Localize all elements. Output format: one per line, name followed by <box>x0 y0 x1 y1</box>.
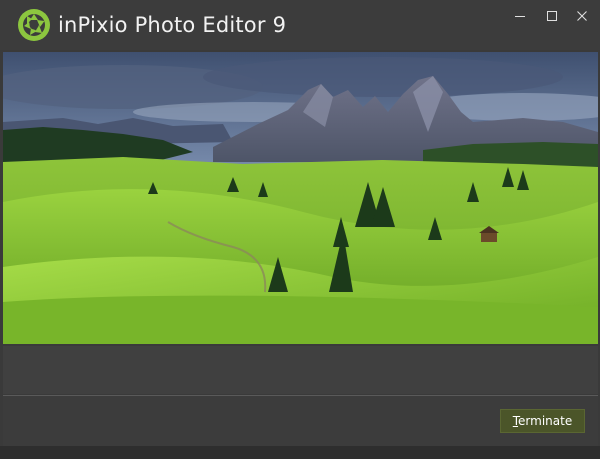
aperture-logo-icon <box>18 9 50 41</box>
title-bar: inPixio Photo Editor 9 <box>0 0 600 50</box>
bottom-edge <box>0 446 600 459</box>
status-panel <box>3 346 598 394</box>
close-button[interactable] <box>571 6 593 26</box>
minimize-icon <box>515 16 525 17</box>
close-icon <box>577 11 587 21</box>
app-title: inPixio Photo Editor 9 <box>58 13 287 37</box>
maximize-icon <box>547 11 557 21</box>
terminate-button[interactable]: Terminate <box>500 409 585 433</box>
maximize-button[interactable] <box>541 6 563 26</box>
minimize-button[interactable] <box>509 6 531 26</box>
landscape-image <box>3 52 598 344</box>
landscape-photo <box>3 52 598 344</box>
terminate-label: erminate <box>518 414 573 428</box>
